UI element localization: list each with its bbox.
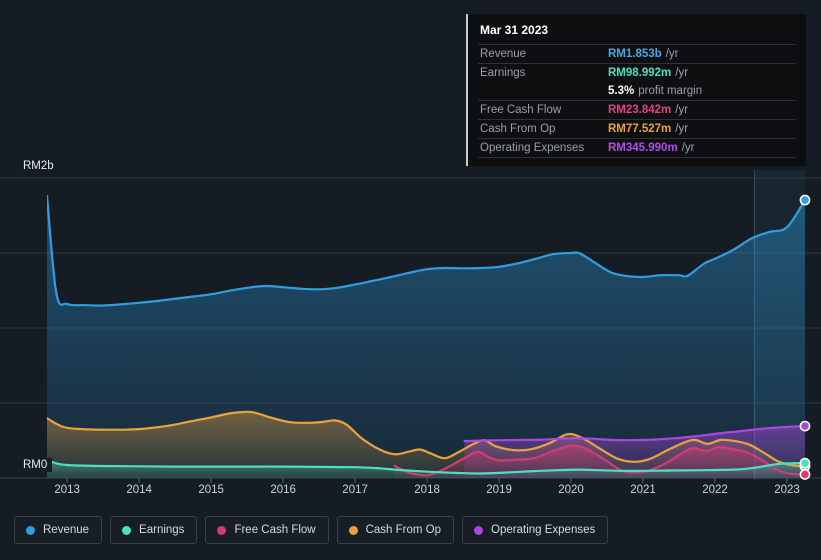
tooltip-date: Mar 31 2023 [480,23,549,37]
x-axis-ticks [66,478,788,483]
legend-color-dot-icon [26,525,35,535]
tooltip-rows: Revenue RM1.853b/yr Earnings RM98.992m/yr 5.… [478,44,796,157]
chart-legend[interactable]: Revenue Earnings Free Cash Flow Cash From O… [14,516,609,544]
legend-color-dot-icon [474,525,484,535]
x-axis-label-2022: 2022 [702,484,728,496]
tooltip-row-value: RM77.527m [608,123,672,135]
tooltip-row-unit: /yr [675,123,689,135]
legend-color-dot-icon [217,525,227,535]
legend-color-dot-icon [122,525,132,535]
tooltip-row-unit: /yr [675,67,689,79]
tooltip-row: Earnings RM98.992m/yr [478,63,796,82]
x-axis-label-2016: 2016 [270,484,296,496]
legend-color-dot-icon [348,525,358,535]
y-axis-top-label: RM2b [20,159,59,173]
legend-item-label: Revenue [43,524,90,536]
tooltip-row-unit: /yr [675,104,689,116]
tooltip-bottom-rule [478,157,796,160]
chart-page: RM2b RM0 2013 2014 2015 2016 2017 2018 2019 202… [0,0,821,560]
tooltip-row: Revenue RM1.853b/yr [478,44,796,63]
x-axis-labels: 2013 2014 2015 2016 2017 2018 2019 2020 2021 2022… [0,484,821,504]
legend-item-label: Free Cash Flow [234,524,316,536]
legend-item-revenue[interactable]: Revenue [14,516,103,544]
tooltip-row-label: Cash From Op [480,123,556,135]
x-axis-label-2023: 2023 [774,484,800,496]
tooltip-row: 5.3% profit margin [478,82,796,100]
tooltip-row: Operating Expenses RM345.990m/yr [478,138,796,157]
x-axis-label-2015: 2015 [198,484,224,496]
tooltip-row-label: Free Cash Flow [480,104,562,116]
x-axis-label-2021: 2021 [630,484,656,496]
tooltip-row-value: RM345.990m [608,142,678,154]
x-axis-label-2017: 2017 [342,484,368,496]
tooltip-row: Free Cash Flow RM23.842m/yr [478,100,796,119]
x-axis-label-2020: 2020 [558,484,584,496]
tooltip-row-value: RM1.853b [608,48,662,60]
tooltip-row-value: 5.3% [608,85,635,97]
legend-item-earnings[interactable]: Earnings [110,516,198,544]
legend-item-cash-from-op[interactable]: Cash From Op [336,516,455,544]
tooltip-row-label: Operating Expenses [480,142,585,154]
chart-tooltip: Mar 31 2023 Revenue RM1.853b/yr Earnings RM… [466,14,806,166]
x-axis-label-2019: 2019 [486,484,512,496]
legend-item-label: Operating Expenses [491,524,596,536]
tooltip-row-unit: /yr [681,142,695,154]
tooltip-row-value: RM98.992m [608,67,672,79]
legend-item-operating-expenses[interactable]: Operating Expenses [462,516,609,544]
tooltip-row-label: Revenue [480,48,527,60]
x-axis-label-2013: 2013 [54,484,80,496]
tooltip-row-unit: /yr [665,48,679,60]
x-axis-label-2018: 2018 [414,484,440,496]
x-axis-label-2014: 2014 [126,484,152,496]
legend-item-label: Cash From Op [365,524,442,536]
y-axis-zero-label: RM0 [20,458,53,472]
legend-item-label: Earnings [139,524,185,536]
tooltip-row-label: Earnings [480,67,526,79]
legend-item-free-cash-flow[interactable]: Free Cash Flow [205,516,329,544]
tooltip-row-unit: profit margin [638,85,703,97]
tooltip-row: Cash From Op RM77.527m/yr [478,119,796,138]
tooltip-row-value: RM23.842m [608,104,672,116]
